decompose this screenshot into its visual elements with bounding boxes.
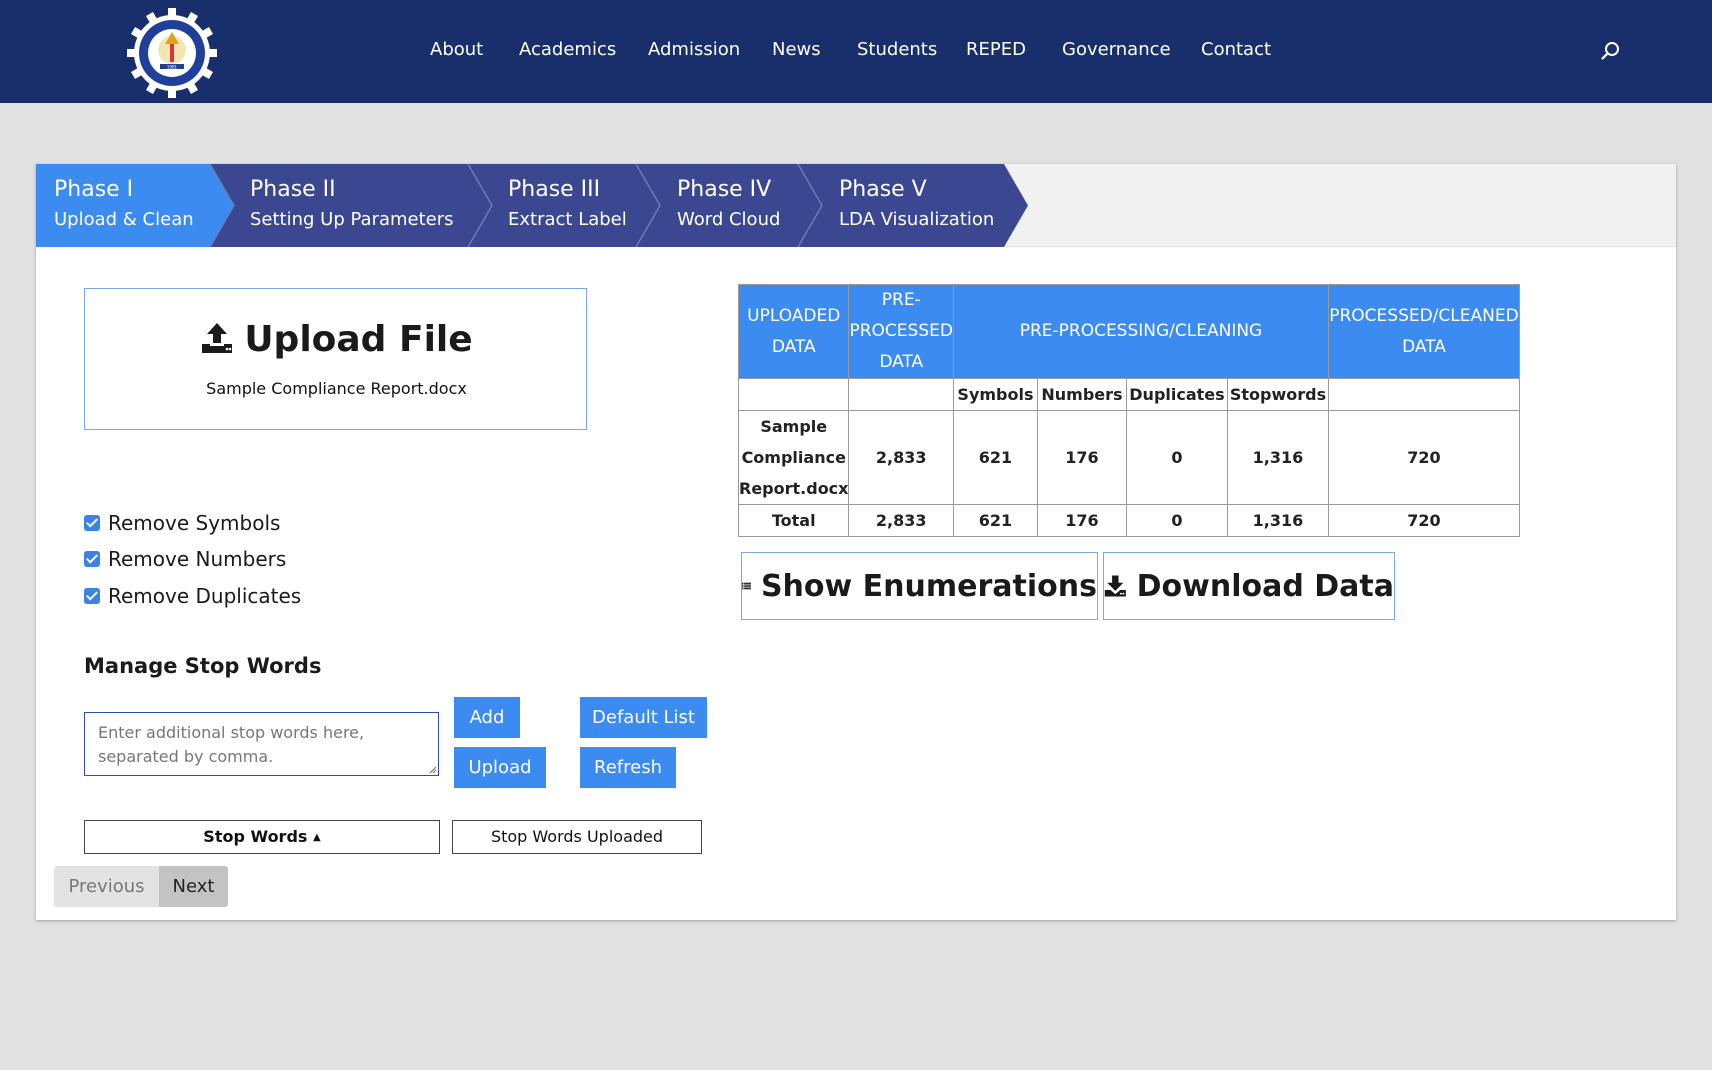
checkbox-label: Remove Numbers [108, 547, 287, 571]
uploaded-filename: Sample Compliance Report.docx [206, 379, 467, 398]
step-title: Phase II [250, 177, 336, 202]
step-title: Phase IV [677, 177, 772, 202]
cell-numbers: 176 [1036, 410, 1127, 505]
download-data-button[interactable]: Download Data [1103, 552, 1395, 620]
header-line: PRE- [881, 290, 921, 310]
top-navbar: 1981 About Academics Admission News Stud… [0, 0, 1712, 103]
table-row: Sample Compliance Report.docx 2,833 621 … [737, 410, 1520, 505]
cleaning-summary-table: UPLOADED DATA PRE- PROCESSED DATA PRE-PR… [737, 284, 1520, 537]
step-subtitle: Setting Up Parameters [250, 209, 454, 230]
upload-file-box[interactable]: Upload File Sample Compliance Report.doc… [84, 288, 587, 430]
manage-stop-words-title: Manage Stop Words [84, 654, 322, 678]
caret-up-icon: ▲ [313, 832, 321, 843]
checkbox-checked[interactable] [84, 515, 100, 531]
table-subheader-row: Symbols Numbers Duplicates Stopwords [737, 378, 1520, 411]
header-line: UPLOADED [747, 305, 841, 326]
cell-pre-processed: 2,833 [848, 410, 954, 505]
total-numbers: 176 [1036, 504, 1127, 537]
step-subtitle: Upload & Clean [54, 209, 194, 230]
refresh-button[interactable]: Refresh [580, 747, 676, 788]
filename-line: Report.docx [739, 479, 849, 498]
header-line: DATA [771, 336, 816, 357]
tab-stop-words[interactable]: Stop Words ▲ [84, 820, 440, 854]
header-uploaded-data: UPLOADED DATA [737, 284, 850, 379]
checkbox-label: Remove Symbols [108, 511, 281, 535]
remove-numbers-checkbox[interactable]: Remove Numbers [84, 545, 286, 573]
list-icon [742, 582, 751, 590]
upload-icon [202, 323, 233, 353]
nav-contact[interactable]: Contact [1201, 39, 1271, 60]
subheader-numbers: Numbers [1036, 378, 1127, 411]
nav-academics[interactable]: Academics [519, 39, 616, 60]
header-pre-processed-data: PRE- PROCESSED DATA [848, 284, 954, 379]
header-line: PROCESSED/CLEANED [1329, 305, 1519, 326]
resize-grip-icon[interactable] [429, 766, 437, 774]
nav-news[interactable]: News [772, 39, 821, 60]
tab-stop-words-uploaded[interactable]: Stop Words Uploaded [452, 820, 702, 854]
step-title: Phase III [508, 177, 601, 202]
subheader-symbols: Symbols [952, 378, 1038, 411]
header-line: DATA [1402, 336, 1446, 357]
remove-symbols-checkbox[interactable]: Remove Symbols [84, 509, 280, 537]
cell-stopwords: 1,316 [1226, 410, 1329, 505]
cell-symbols: 621 [952, 410, 1038, 505]
previous-button[interactable]: Previous [54, 866, 159, 907]
total-symbols: 621 [952, 504, 1038, 537]
button-label: Show Enumerations [760, 568, 1097, 604]
show-enumerations-button[interactable]: Show Enumerations [741, 552, 1098, 620]
stop-words-input[interactable] [84, 712, 439, 776]
total-pre-processed: 2,833 [848, 504, 954, 537]
cell-cleaned: 720 [1327, 410, 1520, 505]
filename-line: Sample [760, 417, 828, 436]
college-logo[interactable]: 1981 [127, 8, 217, 98]
nav-about[interactable]: About [430, 39, 483, 60]
step-title: Phase I [54, 177, 134, 202]
tab-label: Stop Words [203, 827, 308, 846]
wizard-card: Phase I Upload & Clean Phase II Setting … [36, 164, 1676, 920]
total-cleaned: 720 [1327, 504, 1520, 537]
total-duplicates: 0 [1125, 504, 1228, 537]
default-list-button[interactable]: Default List [580, 697, 707, 738]
subheader-empty [737, 378, 850, 411]
nav-admission[interactable]: Admission [648, 39, 740, 60]
table-header-row: UPLOADED DATA PRE- PROCESSED DATA PRE-PR… [737, 284, 1520, 379]
subheader-empty [1327, 378, 1520, 411]
step-subtitle: Extract Label [508, 209, 627, 230]
total-stopwords: 1,316 [1226, 504, 1329, 537]
upload-title: Upload File [85, 319, 588, 360]
nav-governance[interactable]: Governance [1062, 39, 1171, 60]
button-label: Download Data [1136, 568, 1394, 604]
subheader-empty [848, 378, 954, 411]
next-button[interactable]: Next [159, 866, 228, 907]
remove-duplicates-checkbox[interactable]: Remove Duplicates [84, 582, 301, 610]
subheader-duplicates: Duplicates [1125, 378, 1228, 411]
search-icon[interactable] [1600, 40, 1622, 62]
step-subtitle: LDA Visualization [839, 209, 995, 230]
svg-text:1981: 1981 [167, 65, 178, 70]
upload-title-text: Upload File [244, 319, 473, 360]
nav-students[interactable]: Students [857, 39, 937, 60]
table-total-row: Total 2,833 621 176 0 1,316 720 [737, 504, 1520, 537]
row-filename: Sample Compliance Report.docx [737, 410, 850, 505]
nav-reped[interactable]: REPED [966, 39, 1026, 60]
header-pre-processing-cleaning: PRE-PROCESSING/CLEANING [952, 284, 1329, 379]
header-processed-cleaned-data: PROCESSED/CLEANED DATA [1327, 284, 1520, 379]
add-button[interactable]: Add [454, 697, 520, 738]
step-subtitle: Word Cloud [677, 209, 781, 230]
download-icon [1104, 575, 1126, 597]
checkbox-checked[interactable] [84, 551, 100, 567]
subheader-stopwords: Stopwords [1226, 378, 1329, 411]
header-line: PROCESSED [849, 321, 953, 341]
upload-button[interactable]: Upload [454, 747, 546, 788]
cell-duplicates: 0 [1125, 410, 1228, 505]
header-line: DATA [879, 352, 924, 372]
filename-line: Compliance [741, 448, 846, 467]
phase-steps: Phase I Upload & Clean Phase II Setting … [36, 164, 1676, 247]
checkbox-label: Remove Duplicates [108, 584, 302, 608]
checkbox-checked[interactable] [84, 588, 100, 604]
total-label: Total [737, 504, 850, 537]
step-title: Phase V [839, 177, 927, 202]
pager: Previous Next [54, 866, 228, 907]
